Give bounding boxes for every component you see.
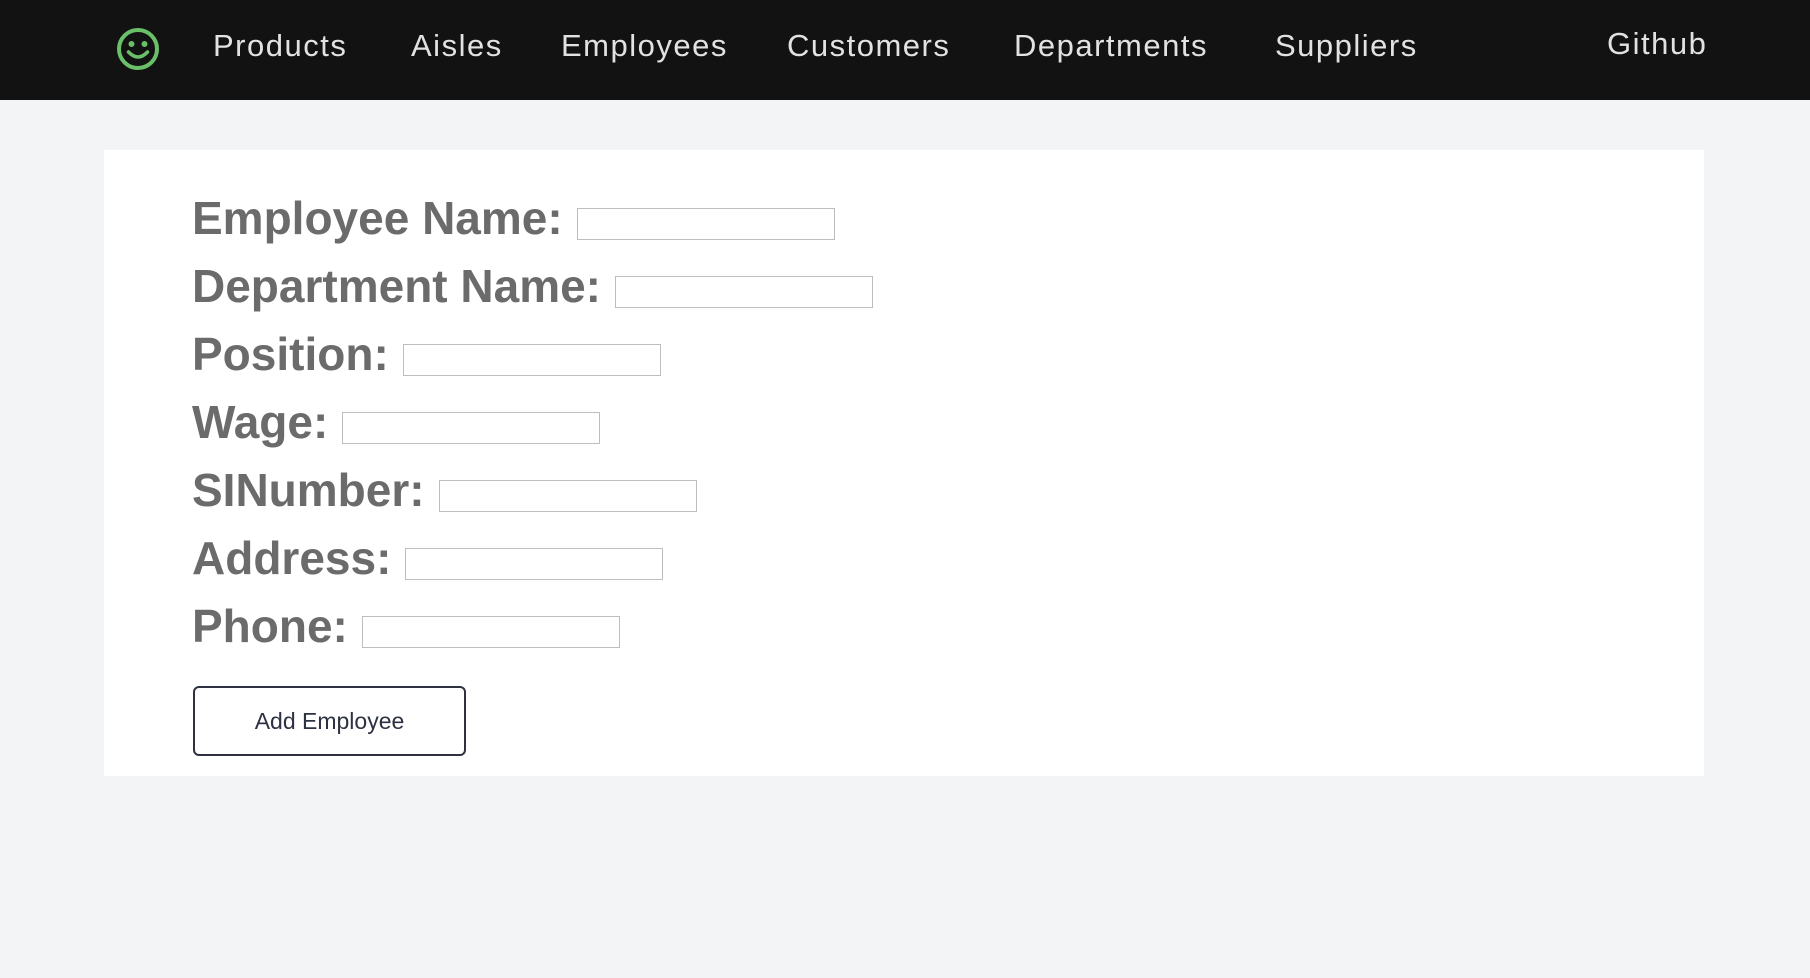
smiley-face-icon[interactable] xyxy=(116,27,160,71)
nav-departments-link[interactable]: Departments xyxy=(1014,26,1208,66)
nav-employees-link[interactable]: Employees xyxy=(561,26,728,66)
wage-label: Wage: xyxy=(192,396,329,448)
address-label: Address: xyxy=(192,532,392,584)
department-name-label: Department Name: xyxy=(192,260,601,312)
nav-products-link[interactable]: Products xyxy=(213,26,347,66)
top-navbar: Products Aisles Employees Customers Depa… xyxy=(0,0,1810,100)
nav-aisles-link[interactable]: Aisles xyxy=(411,26,503,66)
add-employee-form: Employee Name: Department Name: Position… xyxy=(104,150,1704,776)
employee-name-label: Employee Name: xyxy=(192,192,563,244)
department-name-row: Department Name: xyxy=(192,258,873,314)
position-input[interactable] xyxy=(402,344,661,376)
sinumber-row: SINumber: xyxy=(192,462,697,518)
wage-input[interactable] xyxy=(342,412,601,444)
wage-row: Wage: xyxy=(192,394,601,450)
nav-suppliers-link[interactable]: Suppliers xyxy=(1275,26,1418,66)
nav-github-link[interactable]: Github xyxy=(1607,24,1707,64)
phone-input[interactable] xyxy=(361,616,620,648)
sinumber-label: SINumber: xyxy=(192,464,425,516)
sinumber-input[interactable] xyxy=(438,480,697,512)
nav-customers-link[interactable]: Customers xyxy=(787,26,950,66)
address-input[interactable] xyxy=(405,548,664,580)
phone-label: Phone: xyxy=(192,600,348,652)
phone-row: Phone: xyxy=(192,598,620,654)
position-row: Position: xyxy=(192,326,661,382)
employee-name-input[interactable] xyxy=(576,208,835,240)
position-label: Position: xyxy=(192,328,389,380)
employee-name-row: Employee Name: xyxy=(192,190,835,246)
department-name-input[interactable] xyxy=(615,276,873,308)
address-row: Address: xyxy=(192,530,664,586)
add-employee-button[interactable]: Add Employee xyxy=(193,686,466,756)
